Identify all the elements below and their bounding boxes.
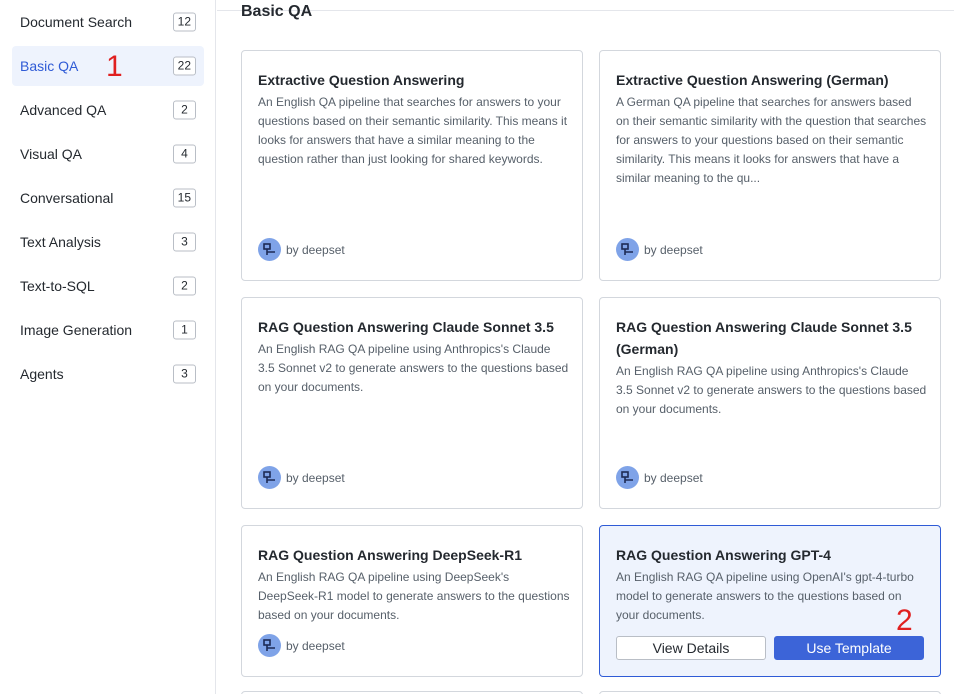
card-description: An English RAG QA pipeline using OpenAI'… [616,570,914,622]
top-bar [217,0,954,11]
pipeline-icon [258,466,281,489]
card-title: RAG Question Answering Claude Sonnet 3.5 [258,319,554,335]
sidebar-item-label: Image Generation [20,322,133,338]
count-badge: 2 [173,276,196,296]
sidebar-item-text-analysis[interactable]: Text Analysis 3 [12,222,204,262]
use-template-button[interactable]: Use Template [774,636,924,660]
sidebar-item-label: Visual QA [20,146,82,162]
annotation-marker-1: 1 [106,50,123,83]
pipeline-icon [258,238,281,261]
card-description: An English QA pipeline that searches for… [258,95,568,166]
section-title: Basic QA [241,3,313,20]
count-badge: 1 [173,320,196,340]
card-description: An English RAG QA pipeline using DeepSee… [258,570,570,622]
card-author: by deepset [258,238,345,261]
author-name: by deepset [286,470,345,485]
annotation-marker-2: 2 [896,604,913,637]
pipeline-icon [616,466,639,489]
sidebar-item-visual-qa[interactable]: Visual QA 4 [12,134,204,174]
author-name: by deepset [644,242,703,257]
sidebar-item-label: Conversational [20,190,114,206]
sidebar-item-label: Text-to-SQL [20,278,95,294]
template-card[interactable]: RAG Question Answering DeepSeek-R1 An En… [241,525,583,677]
card-title: Extractive Question Answering (German) [616,72,889,88]
count-badge: 2 [173,100,196,120]
count-badge: 15 [172,188,196,208]
card-author: by deepset [616,238,703,261]
card-title: Extractive Question Answering [258,72,465,88]
template-card[interactable]: Extractive Question Answering (German) A… [599,50,941,281]
sidebar-item-label: Text Analysis [20,234,101,250]
card-title: RAG Question Answering GPT-4 [616,547,831,563]
card-description: A German QA pipeline that searches for a… [616,95,927,185]
count-badge: 12 [172,12,196,32]
author-name: by deepset [286,638,345,653]
sidebar-item-agents[interactable]: Agents 3 [12,354,204,394]
sidebar-item-conversational[interactable]: Conversational 15 [12,178,204,218]
template-card-selected[interactable]: RAG Question Answering GPT-4 An English … [599,525,941,677]
sidebar-item-label: Agents [20,366,64,382]
template-card[interactable]: RAG Question Answering Claude Sonnet 3.5… [241,297,583,509]
author-name: by deepset [286,242,345,257]
card-description: An English RAG QA pipeline using Anthrop… [616,364,927,416]
sidebar: Document Search 12 Basic QA 22 Advanced … [0,0,216,694]
template-card[interactable]: RAG Question Answering Claude Sonnet 3.5… [599,297,941,509]
pipeline-icon [258,634,281,657]
sidebar-item-document-search[interactable]: Document Search 12 [12,2,204,42]
card-description: An English RAG QA pipeline using Anthrop… [258,342,569,394]
template-card[interactable]: Extractive Question Answering An English… [241,50,583,281]
pipeline-icon [616,238,639,261]
author-name: by deepset [644,470,703,485]
sidebar-item-label: Advanced QA [20,102,107,118]
sidebar-item-label: Basic QA [20,58,79,74]
view-details-button[interactable]: View Details [616,636,766,660]
count-badge: 3 [173,364,196,384]
count-badge: 3 [173,232,196,252]
card-title: RAG Question Answering DeepSeek-R1 [258,547,522,563]
sidebar-item-text-to-sql[interactable]: Text-to-SQL 2 [12,266,204,306]
sidebar-item-image-generation[interactable]: Image Generation 1 [12,310,204,350]
count-badge: 22 [172,56,196,76]
card-author: by deepset [616,466,703,489]
card-author: by deepset [258,466,345,489]
sidebar-item-label: Document Search [20,14,133,30]
card-title: RAG Question Answering Claude Sonnet 3.5… [616,319,912,357]
count-badge: 4 [173,144,196,164]
sidebar-item-advanced-qa[interactable]: Advanced QA 2 [12,90,204,130]
card-author: by deepset [258,634,345,657]
